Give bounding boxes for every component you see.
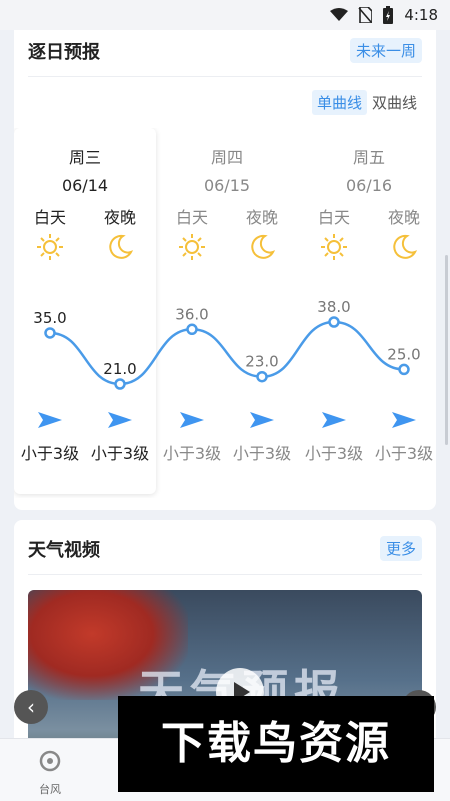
temperature-point	[398, 363, 410, 376]
temperature-label: 21.0	[103, 360, 136, 378]
temperature-label: 35.0	[33, 309, 66, 327]
divider	[28, 574, 422, 575]
watermark-banner: 下载鸟资源	[118, 696, 434, 792]
temperature-label: 38.0	[317, 298, 350, 316]
week-range-button[interactable]: 未来一周	[349, 38, 422, 63]
temperature-curve-chart: 35.0 21.0 36.0 23.0 38.0 25.0	[33, 298, 421, 390]
tab-typhoon[interactable]: 台风	[30, 749, 70, 797]
temperature-point	[114, 378, 126, 390]
tab-typhoon-label: 台风	[39, 783, 61, 796]
double-curve-tab[interactable]: 双曲线	[367, 90, 422, 115]
battery-icon	[383, 6, 394, 24]
temperature-label: 25.0	[387, 345, 420, 363]
curve-toggle: 单曲线 双曲线	[311, 90, 422, 115]
temperature-point	[256, 370, 268, 383]
scrollbar[interactable]	[445, 255, 448, 445]
typhoon-icon	[39, 750, 61, 772]
status-bar: 4:18	[0, 0, 450, 30]
no-sim-icon	[358, 7, 373, 23]
daily-forecast-title: 逐日预报	[28, 42, 100, 63]
clock: 4:18	[404, 6, 438, 24]
temperature-point	[44, 327, 56, 339]
temperature-label: 36.0	[175, 305, 208, 323]
forecast-scroller[interactable]: 周三 06/14 白天 夜晚 小于3级 小于3级 周四 06/15 白天 夜晚 …	[14, 128, 436, 498]
temperature-point	[328, 316, 340, 328]
carousel-prev-icon[interactable]: ‹	[14, 690, 48, 724]
divider	[28, 76, 422, 77]
temperature-label: 23.0	[245, 353, 278, 371]
wifi-icon	[330, 8, 349, 21]
daily-forecast-card: 逐日预报 未来一周 单曲线 双曲线 周三 06/14 白天 夜晚 小于3级 小于…	[14, 30, 436, 510]
weather-video-title: 天气视频	[28, 540, 100, 561]
more-videos-button[interactable]: 更多	[379, 536, 422, 561]
single-curve-tab[interactable]: 单曲线	[311, 90, 367, 115]
temperature-point	[186, 323, 198, 336]
